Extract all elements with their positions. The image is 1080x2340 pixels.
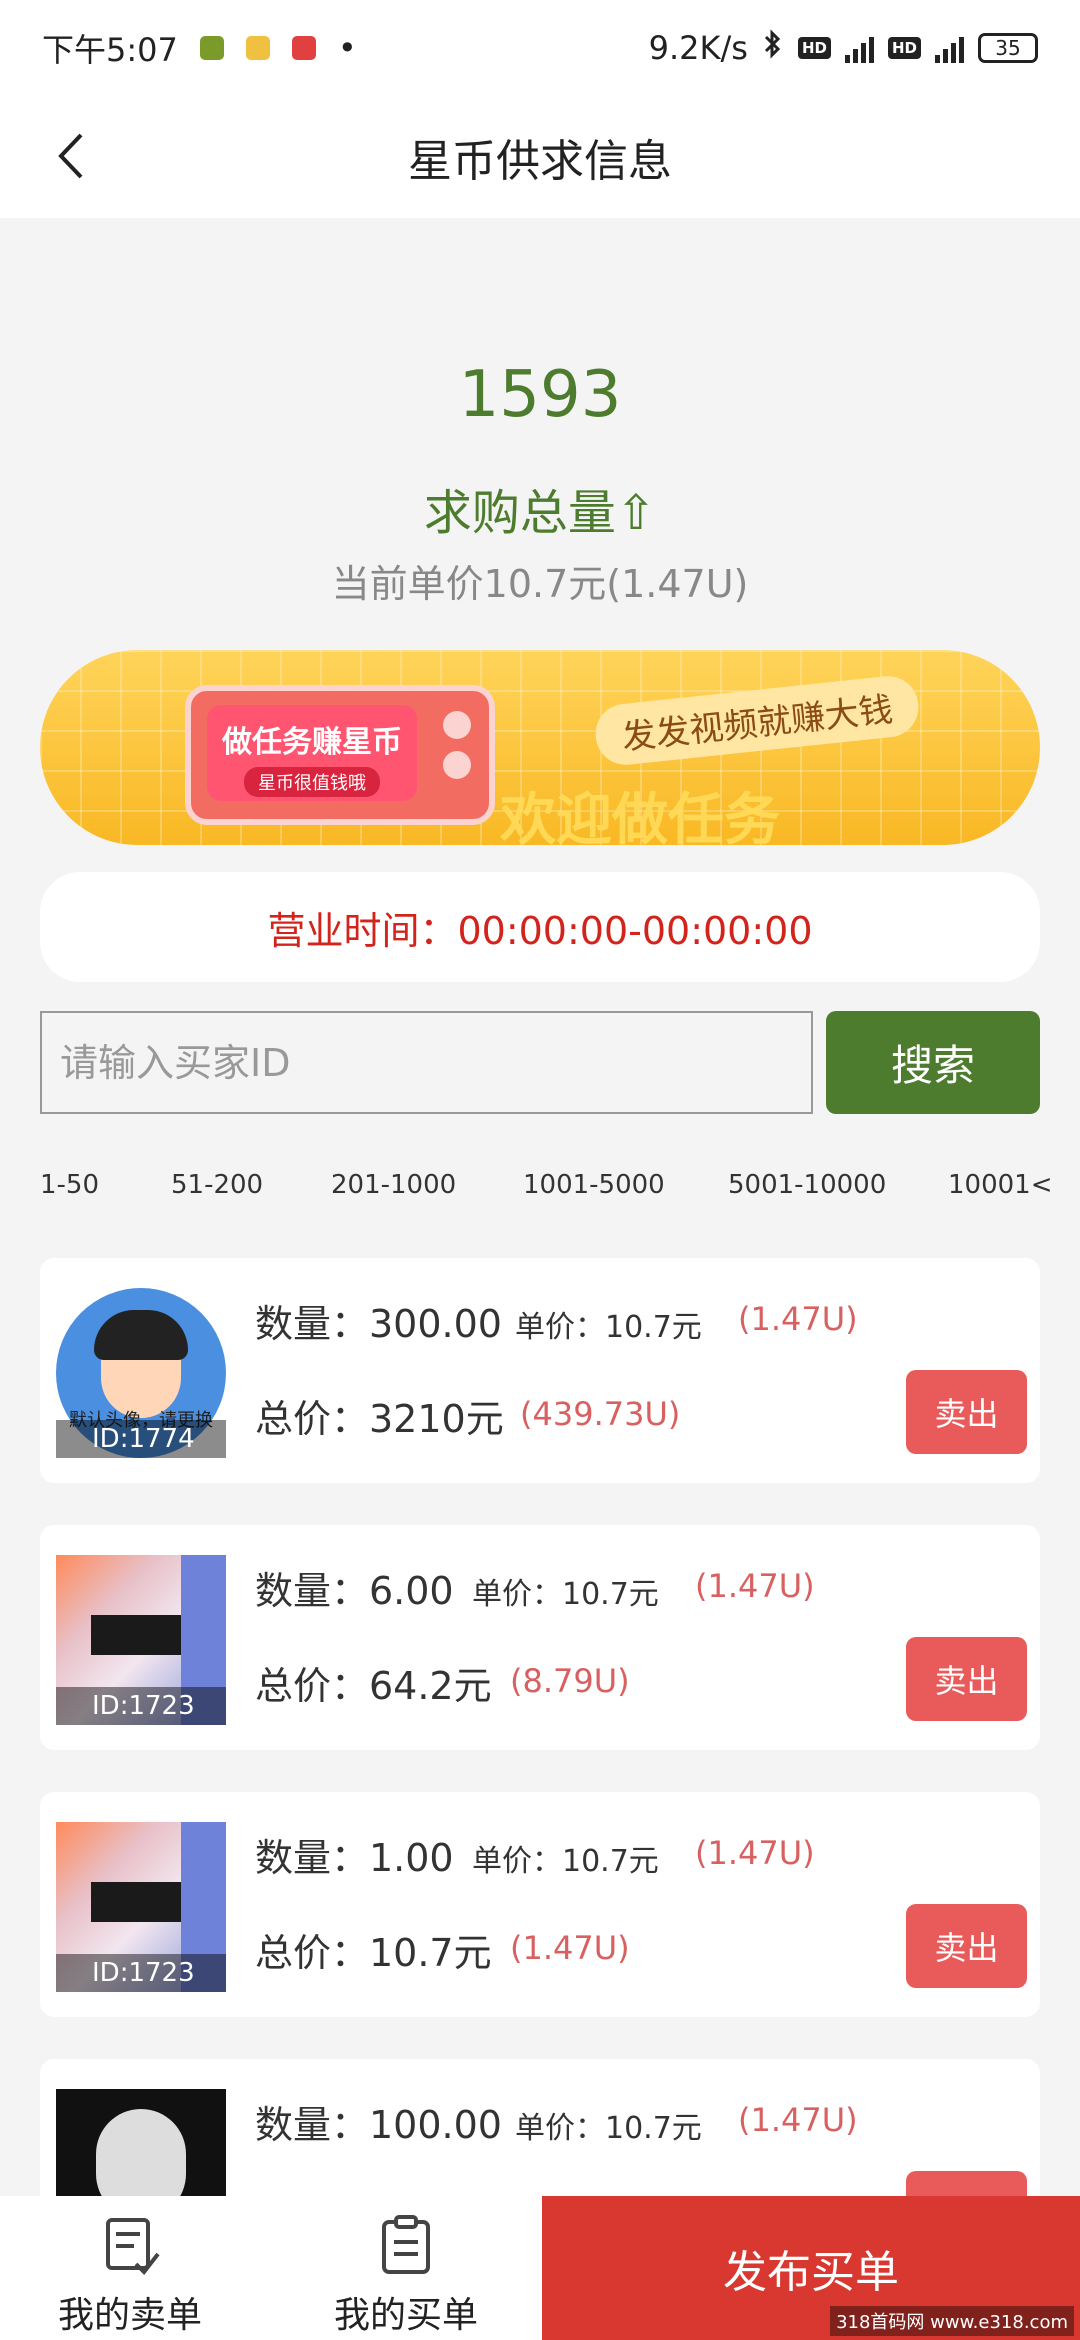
tab-label: 我的卖单: [57, 2295, 202, 2336]
avatar-photo-detail: [91, 1882, 191, 1922]
avatar[interactable]: ID:1723: [56, 1555, 226, 1725]
clipboard-icon: [382, 2215, 430, 2274]
tv-knob-icon: [443, 751, 471, 779]
quantity: 数量：100.00: [255, 2103, 502, 2147]
total-price-usd: (8.79U): [510, 1662, 630, 1700]
chevron-left-icon: [58, 133, 83, 179]
total-price: 总价：3210元: [255, 1397, 504, 1441]
buyer-id: ID:1723: [56, 1954, 226, 1992]
banner-welcome: 欢迎做任务: [500, 788, 780, 845]
range-filter[interactable]: 51-200: [171, 1170, 263, 1200]
total-quantity: 1593: [458, 358, 622, 432]
signal-icon: [844, 33, 874, 63]
unit-price-usd: (1.47U): [695, 1567, 815, 1605]
banner-tv-subtitle: 星币很值钱哦: [244, 767, 380, 797]
quantity: 数量：6.00: [255, 1569, 454, 1613]
business-hours: 营业时间：00:00:00-00:00:00: [40, 872, 1040, 982]
unit-price: 单价：10.7元: [515, 1310, 702, 1345]
range-filter[interactable]: 1-50: [40, 1170, 99, 1200]
range-filter[interactable]: 5001-10000: [728, 1170, 886, 1200]
signal-icon: [935, 33, 964, 63]
hd-badge: HD: [887, 37, 921, 59]
avatar[interactable]: ID:1723: [56, 1822, 226, 1992]
status-bar: 下午5:07 • 9.2K/s HD HD 35: [0, 0, 1080, 96]
app-notification-icon: [245, 36, 270, 60]
unit-price: 单价：10.7元: [472, 1844, 659, 1879]
back-button[interactable]: [40, 126, 100, 186]
quantity: 数量：300.00: [255, 1302, 502, 1346]
network-speed: 9.2K/s: [648, 29, 748, 67]
battery-icon: 35: [978, 33, 1038, 63]
banner-tv-title: 做任务赚星币: [222, 725, 402, 760]
app-notification-icon: [199, 36, 224, 60]
quantity: 数量：1.00: [255, 1836, 454, 1880]
hd-badge: HD: [797, 37, 831, 59]
quantity-range-filters: 1-50 51-200 201-1000 1001-5000 5001-1000…: [40, 1170, 1080, 1210]
tv-screen: 做任务赚星币 星币很值钱哦: [207, 705, 417, 801]
range-filter[interactable]: 1001-5000: [523, 1170, 665, 1200]
search-button[interactable]: 搜索: [826, 1011, 1040, 1114]
range-filter[interactable]: 201-1000: [331, 1170, 456, 1200]
total-price: 总价：10.7元: [255, 1931, 492, 1975]
unit-price: 单价：10.7元: [472, 1577, 659, 1612]
buyer-id: ID:1723: [56, 1687, 226, 1725]
buyer-id-search-input[interactable]: [40, 1011, 813, 1114]
watermark: 318首码网 www.e318.com: [830, 2306, 1074, 2336]
unit-price-usd: (1.47U): [695, 1834, 815, 1872]
total-price-usd: (1.47U): [510, 1929, 630, 1967]
range-filter[interactable]: 10001<: [948, 1170, 1053, 1200]
promo-banner[interactable]: 做任务赚星币 星币很值钱哦 发发视频就赚大钱 欢迎做任务: [40, 650, 1040, 845]
total-quantity-label[interactable]: 求购总量⇧: [0, 473, 1080, 543]
tv-graphic: 做任务赚星币 星币很值钱哦: [185, 685, 495, 825]
listing-card: 默认头像，请更换 ID:1774 数量：300.00 单价：10.7元 (1.4…: [40, 1258, 1040, 1483]
nav-bar: 星币供求信息: [0, 96, 1080, 218]
unit-price-usd: (1.47U): [738, 1300, 858, 1338]
buyer-id: ID:1774: [56, 1420, 226, 1458]
app-notification-icon: [291, 36, 316, 60]
unit-price-usd: (1.47U): [738, 2101, 858, 2139]
total-price-usd: (439.73U): [520, 1395, 681, 1433]
tab-my-buy-orders[interactable]: 我的买单: [306, 2196, 506, 2340]
avatar-photo-detail: [91, 1615, 191, 1655]
page-title: 星币供求信息: [408, 136, 672, 187]
more-notifications-dot: •: [337, 29, 357, 67]
tab-my-sell-orders[interactable]: 我的卖单: [30, 2196, 230, 2340]
tab-label: 我的买单: [333, 2295, 478, 2336]
sell-button[interactable]: 卖出: [906, 1904, 1027, 1988]
bluetooth-icon: [762, 29, 784, 67]
tv-knob-icon: [443, 711, 471, 739]
total-price: 总价：64.2元: [255, 1664, 492, 1708]
edit-list-icon: [106, 2218, 160, 2276]
listing-card: ID:1723 数量：1.00 单价：10.7元 (1.47U) 总价：10.7…: [40, 1792, 1040, 2017]
current-price: 当前单价10.7元(1.47U): [331, 562, 749, 606]
status-time: 下午5:07: [42, 31, 178, 69]
bottom-bar: 我的卖单 我的买单 发布买单 318首码网 www.e318.com: [0, 2196, 1080, 2340]
unit-price: 单价：10.7元: [515, 2111, 702, 2146]
sell-button[interactable]: 卖出: [906, 1637, 1027, 1721]
listing-card: ID:1723 数量：6.00 单价：10.7元 (1.47U) 总价：64.2…: [40, 1525, 1040, 1750]
avatar[interactable]: 默认头像，请更换 ID:1774: [56, 1288, 226, 1458]
sell-button[interactable]: 卖出: [906, 1370, 1027, 1454]
